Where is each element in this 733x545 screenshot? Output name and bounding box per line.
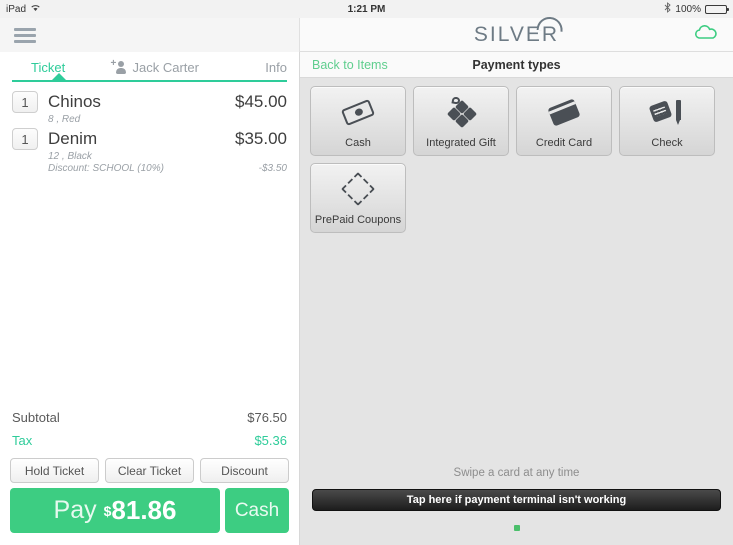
pay-button-amount: 81.86 (111, 495, 177, 525)
gift-icon (446, 87, 478, 137)
top-bar: SILVER (0, 16, 733, 52)
swipe-area: Swipe a card at any time Tap here if pay… (300, 467, 733, 511)
status-bar-time: 1:21 PM (347, 3, 386, 15)
tab-customer[interactable]: + Jack Carter (111, 59, 199, 75)
item-price: $35.00 (235, 129, 287, 148)
subtotal-label: Subtotal (12, 410, 60, 425)
item-price: $45.00 (235, 92, 287, 111)
payment-tile-integrated-gift[interactable]: Integrated Gift (413, 86, 509, 156)
payment-tile-credit-card[interactable]: Credit Card (516, 86, 612, 156)
subtotal-value: $76.50 (247, 410, 287, 425)
pos-app-screen: iPad 1:21 PM 100% SILVER Ticket + Jack C… (0, 0, 733, 545)
pay-button-row: Pay $ 81.86 Cash (0, 488, 299, 545)
check-pen-icon (648, 87, 683, 137)
item-options: 12 , Black (0, 150, 299, 162)
payment-tile-cash[interactable]: Cash (310, 86, 406, 156)
ticket-panel: Ticket + Jack Carter Info 1 Chinos $45.0… (0, 52, 300, 545)
terminal-fallback-button[interactable]: Tap here if payment terminal isn't worki… (312, 489, 721, 511)
back-to-items-link[interactable]: Back to Items (312, 58, 388, 72)
discount-button[interactable]: Discount (200, 458, 289, 483)
person-add-icon: + (111, 59, 127, 74)
status-bar-right: 100% (664, 2, 729, 16)
item-name: Denim (48, 129, 98, 148)
silver-logo: SILVER (474, 16, 564, 45)
hamburger-menu-icon[interactable] (14, 27, 36, 43)
cash-quick-button[interactable]: Cash (225, 488, 289, 533)
tab-underline (12, 80, 287, 82)
hold-ticket-button[interactable]: Hold Ticket (10, 458, 99, 483)
ticket-items-list: 1 Chinos $45.00 8 , Red 1 Denim $35.00 1… (0, 82, 299, 406)
item-options-text: 12 , Black (48, 151, 92, 162)
list-icon (12, 60, 25, 75)
tab-active-caret (52, 73, 66, 80)
swipe-hint-text: Swipe a card at any time (453, 467, 580, 479)
payment-tile-label: Cash (345, 137, 371, 149)
item-options: 8 , Red (0, 113, 299, 125)
pay-button-word: Pay (53, 496, 97, 524)
tab-customer-label: Jack Carter (132, 59, 199, 75)
battery-full-icon (705, 4, 729, 14)
clear-ticket-button[interactable]: Clear Ticket (105, 458, 194, 483)
tab-info[interactable]: Info (246, 60, 287, 75)
item-quantity[interactable]: 1 (12, 128, 38, 150)
ticket-totals: Subtotal $76.50 Tax $5.36 (0, 406, 299, 452)
pay-button-currency: $ (103, 502, 112, 519)
ticket-tabs: Ticket + Jack Carter Info (0, 52, 299, 82)
tax-row[interactable]: Tax $5.36 (12, 429, 287, 452)
top-bar-left (0, 18, 300, 52)
tab-info-label: Info (265, 59, 287, 75)
item-quantity[interactable]: 1 (12, 91, 38, 113)
top-bar-right: SILVER (300, 16, 733, 52)
main-body: Ticket + Jack Carter Info 1 Chinos $45.0… (0, 52, 733, 545)
item-options-text: 8 , Red (48, 114, 81, 125)
status-bar-left: iPad (6, 3, 41, 15)
logo-arc-decoration (536, 16, 564, 32)
document-add-icon (246, 60, 259, 75)
page-indicator (300, 511, 733, 545)
payment-tile-label: Credit Card (535, 137, 593, 149)
item-discount: Discount: SCHOOL (10%) -$3.50 (0, 162, 299, 174)
wifi-icon (30, 3, 41, 15)
item-discount-label: Discount: SCHOOL (10%) (48, 163, 164, 174)
pay-button[interactable]: Pay $ 81.86 (10, 488, 220, 533)
device-label: iPad (6, 3, 27, 15)
bluetooth-icon (664, 2, 672, 16)
tax-value: $5.36 (254, 433, 287, 448)
page-indicator-dot[interactable] (513, 525, 520, 531)
payment-tile-prepaid-coupons[interactable]: PrePaid Coupons (310, 163, 406, 233)
subtotal-row: Subtotal $76.50 (12, 406, 287, 429)
item-discount-amount: -$3.50 (258, 163, 287, 174)
payment-tile-label: PrePaid Coupons (314, 214, 402, 226)
payment-tile-label: Integrated Gift (426, 137, 496, 149)
item-name: Chinos (48, 92, 101, 111)
payment-header: Back to Items Payment types (300, 52, 733, 78)
list-item[interactable]: 1 Denim $35.00 (0, 125, 299, 150)
payment-tile-check[interactable]: Check (619, 86, 715, 156)
ticket-action-buttons: Hold Ticket Clear Ticket Discount (0, 452, 299, 488)
cash-icon (340, 87, 376, 137)
battery-percent: 100% (675, 3, 701, 15)
payment-panel: Back to Items Payment types Cash Integra… (300, 52, 733, 545)
tax-label: Tax (12, 433, 33, 448)
payment-type-tiles: Cash Integrated Gift Credit Card Check P… (300, 78, 733, 233)
coupon-diamond-icon (341, 164, 375, 214)
payment-tile-label: Check (651, 137, 683, 149)
cloud-icon[interactable] (695, 25, 717, 45)
status-bar: iPad 1:21 PM 100% (0, 0, 733, 18)
list-item[interactable]: 1 Chinos $45.00 (0, 88, 299, 113)
credit-card-icon (547, 87, 581, 137)
